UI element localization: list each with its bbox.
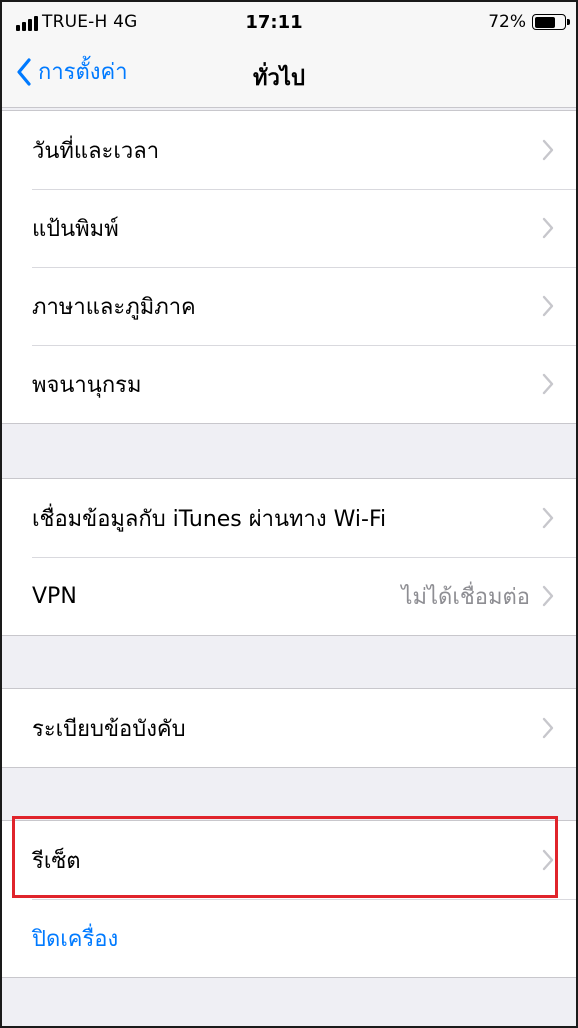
row-language-region[interactable]: ภาษาและภูมิภาค <box>2 267 576 345</box>
row-keyboard[interactable]: แป้นพิมพ์ <box>2 189 576 267</box>
row-itunes-wifi-sync[interactable]: เชื่อมข้อมูลกับ iTunes ผ่านทาง Wi-Fi <box>2 479 576 557</box>
row-reset[interactable]: รีเซ็ต <box>2 821 576 899</box>
battery-percent: 72% <box>488 12 526 32</box>
row-label: VPN <box>32 583 77 609</box>
row-dictionary[interactable]: พจนานุกรม <box>2 345 576 423</box>
battery-icon <box>532 14 570 30</box>
chevron-right-icon <box>542 849 554 871</box>
screen-frame: TRUE-H 4G 17:11 72% การตั้งค่า ทั่วไป วั… <box>0 0 578 1028</box>
page-title: ทั่วไป <box>253 66 305 91</box>
chevron-right-icon <box>542 217 554 239</box>
row-label: พจนานุกรม <box>32 372 142 398</box>
row-label: ภาษาและภูมิภาค <box>32 294 196 320</box>
row-regulatory[interactable]: ระเบียบข้อบังคับ <box>2 689 576 767</box>
row-shut-down[interactable]: ปิดเครื่อง <box>2 899 576 977</box>
chevron-right-icon <box>542 717 554 739</box>
navigation-bar: การตั้งค่า ทั่วไป <box>2 42 576 108</box>
row-label: ระเบียบข้อบังคับ <box>32 716 186 742</box>
vpn-status: ไม่ได้เชื่อมต่อ <box>401 584 530 610</box>
settings-group-3: ระเบียบข้อบังคับ <box>2 688 576 768</box>
row-label: วันที่และเวลา <box>32 138 160 164</box>
settings-group-1: วันที่และเวลา แป้นพิมพ์ ภาษาและภูมิภาค พ… <box>2 110 576 424</box>
settings-group-4: รีเซ็ต ปิดเครื่อง <box>2 820 576 978</box>
status-right: 72% <box>488 12 570 32</box>
row-label: เชื่อมข้อมูลกับ iTunes ผ่านทาง Wi-Fi <box>32 506 387 532</box>
row-vpn[interactable]: VPN ไม่ได้เชื่อมต่อ <box>2 557 576 635</box>
shut-down-label: ปิดเครื่อง <box>32 926 119 952</box>
chevron-right-icon <box>542 373 554 395</box>
chevron-right-icon <box>542 139 554 161</box>
status-bar: TRUE-H 4G 17:11 72% <box>2 2 576 42</box>
settings-group-2: เชื่อมข้อมูลกับ iTunes ผ่านทาง Wi-Fi VPN… <box>2 478 576 636</box>
row-label: แป้นพิมพ์ <box>32 216 119 242</box>
chevron-right-icon <box>542 507 554 529</box>
row-date-time[interactable]: วันที่และเวลา <box>2 111 576 189</box>
chevron-right-icon <box>542 295 554 317</box>
chevron-right-icon <box>542 585 554 607</box>
row-label: รีเซ็ต <box>32 848 81 874</box>
battery-fill <box>534 16 556 28</box>
